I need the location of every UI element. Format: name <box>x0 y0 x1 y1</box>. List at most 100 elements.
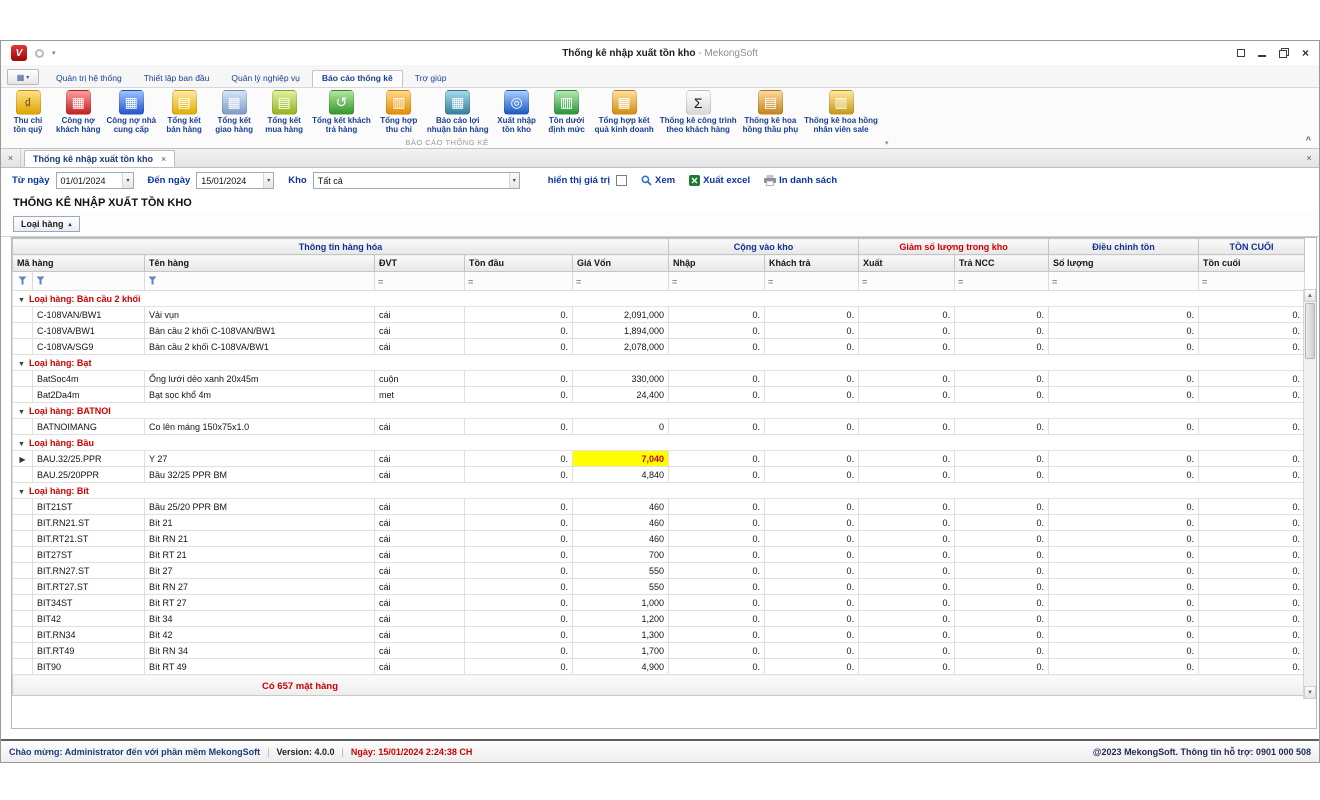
collapse-group-icon[interactable]: ▼ <box>18 489 25 496</box>
fullscreen-icon[interactable] <box>1237 49 1245 57</box>
cell-dvt[interactable]: cái <box>375 419 465 435</box>
from-date-dropdown-icon[interactable]: ▾ <box>122 173 132 188</box>
cell-ten-hang[interactable]: Bít 21 <box>145 515 375 531</box>
band-giam-so-luong-trong-kho[interactable]: Giảm số lượng trong kho <box>859 239 1049 255</box>
cell-ma-hang[interactable]: C-108VA/SG9 <box>33 339 145 355</box>
table-row[interactable]: C-108VA/SG9Bàn cầu 2 khối C-108VA/BW1cái… <box>13 339 1305 355</box>
cell-gia-von[interactable]: 2,091,000 <box>573 307 669 323</box>
cell-ton-cuoi[interactable]: 0. <box>1199 595 1305 611</box>
cell-so-luong[interactable]: 0. <box>1049 531 1199 547</box>
cell-dvt[interactable]: cái <box>375 611 465 627</box>
table-row[interactable]: BIT.RT49Bít RN 34cái0.1,7000.0.0.0.0.0. <box>13 643 1305 659</box>
cell-ton-dau[interactable]: 0. <box>465 547 573 563</box>
cell-ton-dau[interactable]: 0. <box>465 659 573 675</box>
cell-ton-dau[interactable]: 0. <box>465 307 573 323</box>
restore-icon[interactable] <box>1279 48 1289 58</box>
cell-xuat[interactable]: 0. <box>859 611 955 627</box>
cell-ton-cuoi[interactable]: 0. <box>1199 387 1305 403</box>
cell-ton-dau[interactable]: 0. <box>465 467 573 483</box>
cell-ton-cuoi[interactable]: 0. <box>1199 515 1305 531</box>
close-all-tabs-icon[interactable]: × <box>1 149 21 167</box>
cell-nhap[interactable]: 0. <box>669 595 765 611</box>
cell-xuat[interactable]: 0. <box>859 531 955 547</box>
filter-ten-hang[interactable] <box>145 272 375 291</box>
cell-xuat[interactable]: 0. <box>859 595 955 611</box>
cell-ton-dau[interactable]: 0. <box>465 419 573 435</box>
cell-nhap[interactable]: 0. <box>669 323 765 339</box>
to-date-dropdown-icon[interactable]: ▾ <box>263 173 273 188</box>
cell-gia-von[interactable]: 460 <box>573 499 669 515</box>
band-cong-vao-kho[interactable]: Cộng vào kho <box>669 239 859 255</box>
cell-dvt[interactable]: cái <box>375 579 465 595</box>
cell-xuat[interactable]: 0. <box>859 643 955 659</box>
cell-tra-ncc[interactable]: 0. <box>955 387 1049 403</box>
warehouse-dropdown-icon[interactable]: ▾ <box>509 173 519 188</box>
cell-ten-hang[interactable]: Bít RN 27 <box>145 579 375 595</box>
ribbon-button-tong-ket-giao-hang[interactable]: ▦Tổng kết giao hàng <box>209 89 259 135</box>
cell-xuat[interactable]: 0. <box>859 563 955 579</box>
col-ton-dau[interactable]: Tồn đầu <box>465 255 573 272</box>
view-button[interactable]: Xem <box>641 175 675 186</box>
cell-dvt[interactable]: cái <box>375 499 465 515</box>
cell-dvt[interactable]: cái <box>375 515 465 531</box>
band-thong-tin-hang-hoa[interactable]: Thông tin hàng hóa <box>13 239 669 255</box>
col-dvt[interactable]: ĐVT <box>375 255 465 272</box>
ribbon-button-xuat-nhap-ton-kho[interactable]: ◎Xuất nhập tồn kho <box>492 89 542 135</box>
to-date-input[interactable]: 15/01/2024▾ <box>196 172 274 189</box>
cell-ma-hang[interactable]: BIT.RT49 <box>33 643 145 659</box>
cell-ton-dau[interactable]: 0. <box>465 451 573 467</box>
col-ten-hang[interactable]: Tên hàng <box>145 255 375 272</box>
cell-xuat[interactable]: 0. <box>859 307 955 323</box>
collapse-group-icon[interactable]: ▼ <box>18 409 25 416</box>
cell-so-luong[interactable]: 0. <box>1049 579 1199 595</box>
cell-ma-hang[interactable]: BIT.RT27.ST <box>33 579 145 595</box>
cell-nhap[interactable]: 0. <box>669 563 765 579</box>
print-list-button[interactable]: In danh sách <box>764 175 837 186</box>
cell-dvt[interactable]: cuộn <box>375 371 465 387</box>
table-row[interactable]: BIT34STBít RT 27cái0.1,0000.0.0.0.0.0. <box>13 595 1305 611</box>
filter-dvt[interactable]: = <box>375 272 465 291</box>
scroll-up-icon[interactable]: ▲ <box>1304 289 1316 302</box>
cell-ton-cuoi[interactable]: 0. <box>1199 547 1305 563</box>
cell-ton-dau[interactable]: 0. <box>465 515 573 531</box>
cell-xuat[interactable]: 0. <box>859 547 955 563</box>
show-values-checkbox[interactable] <box>616 175 627 186</box>
cell-xuat[interactable]: 0. <box>859 499 955 515</box>
ribbon-button-tong-ket-khach-tra-hang[interactable]: ↺Tổng kết khách trả hàng <box>309 89 374 135</box>
cell-ten-hang[interactable]: Bít 34 <box>145 611 375 627</box>
cell-ma-hang[interactable]: BAU.25/20PPR <box>33 467 145 483</box>
cell-ten-hang[interactable]: Bít 27 <box>145 563 375 579</box>
cell-xuat[interactable]: 0. <box>859 627 955 643</box>
cell-ton-dau[interactable]: 0. <box>465 563 573 579</box>
cell-nhap[interactable]: 0. <box>669 371 765 387</box>
col-nhap[interactable]: Nhập <box>669 255 765 272</box>
filter-ton-dau[interactable]: = <box>465 272 573 291</box>
band-dieu-chinh-ton[interactable]: Điều chỉnh tồn <box>1049 239 1199 255</box>
cell-dvt[interactable]: cái <box>375 547 465 563</box>
cell-ma-hang[interactable]: BIT34ST <box>33 595 145 611</box>
ribbon-button-cong-no-nha-cung-cap[interactable]: ▦Công nợ nhà cung cấp <box>103 89 159 135</box>
ribbon-tab-tro-giup[interactable]: Trợ giúp <box>405 70 457 87</box>
cell-ton-dau[interactable]: 0. <box>465 643 573 659</box>
cell-khach-tra[interactable]: 0. <box>765 563 859 579</box>
cell-ma-hang[interactable]: BIT.RN21.ST <box>33 515 145 531</box>
cell-so-luong[interactable]: 0. <box>1049 515 1199 531</box>
cell-tra-ncc[interactable]: 0. <box>955 643 1049 659</box>
cell-khach-tra[interactable]: 0. <box>765 467 859 483</box>
cell-ton-cuoi[interactable]: 0. <box>1199 323 1305 339</box>
ribbon-tab-quan-tri-he-thong[interactable]: Quản trị hệ thống <box>46 70 132 87</box>
cell-gia-von[interactable]: 4,900 <box>573 659 669 675</box>
cell-gia-von[interactable]: 24,400 <box>573 387 669 403</box>
table-row[interactable]: BIT.RN27.STBít 27cái0.5500.0.0.0.0.0. <box>13 563 1305 579</box>
tab-close-icon[interactable]: × <box>161 154 166 164</box>
table-row[interactable]: BatSoc4mỐng lưới dẻo xanh 20x45mcuộn0.33… <box>13 371 1305 387</box>
cell-ma-hang[interactable]: BATNOIMANG <box>33 419 145 435</box>
filter-tra-ncc[interactable]: = <box>955 272 1049 291</box>
cell-ton-cuoi[interactable]: 0. <box>1199 579 1305 595</box>
filter-ma-hang[interactable] <box>33 272 145 291</box>
cell-tra-ncc[interactable]: 0. <box>955 307 1049 323</box>
cell-xuat[interactable]: 0. <box>859 419 955 435</box>
cell-khach-tra[interactable]: 0. <box>765 579 859 595</box>
cell-nhap[interactable]: 0. <box>669 643 765 659</box>
ribbon-button-ton-duoi-dinh-muc[interactable]: ▥Tồn dưới định mức <box>542 89 592 135</box>
